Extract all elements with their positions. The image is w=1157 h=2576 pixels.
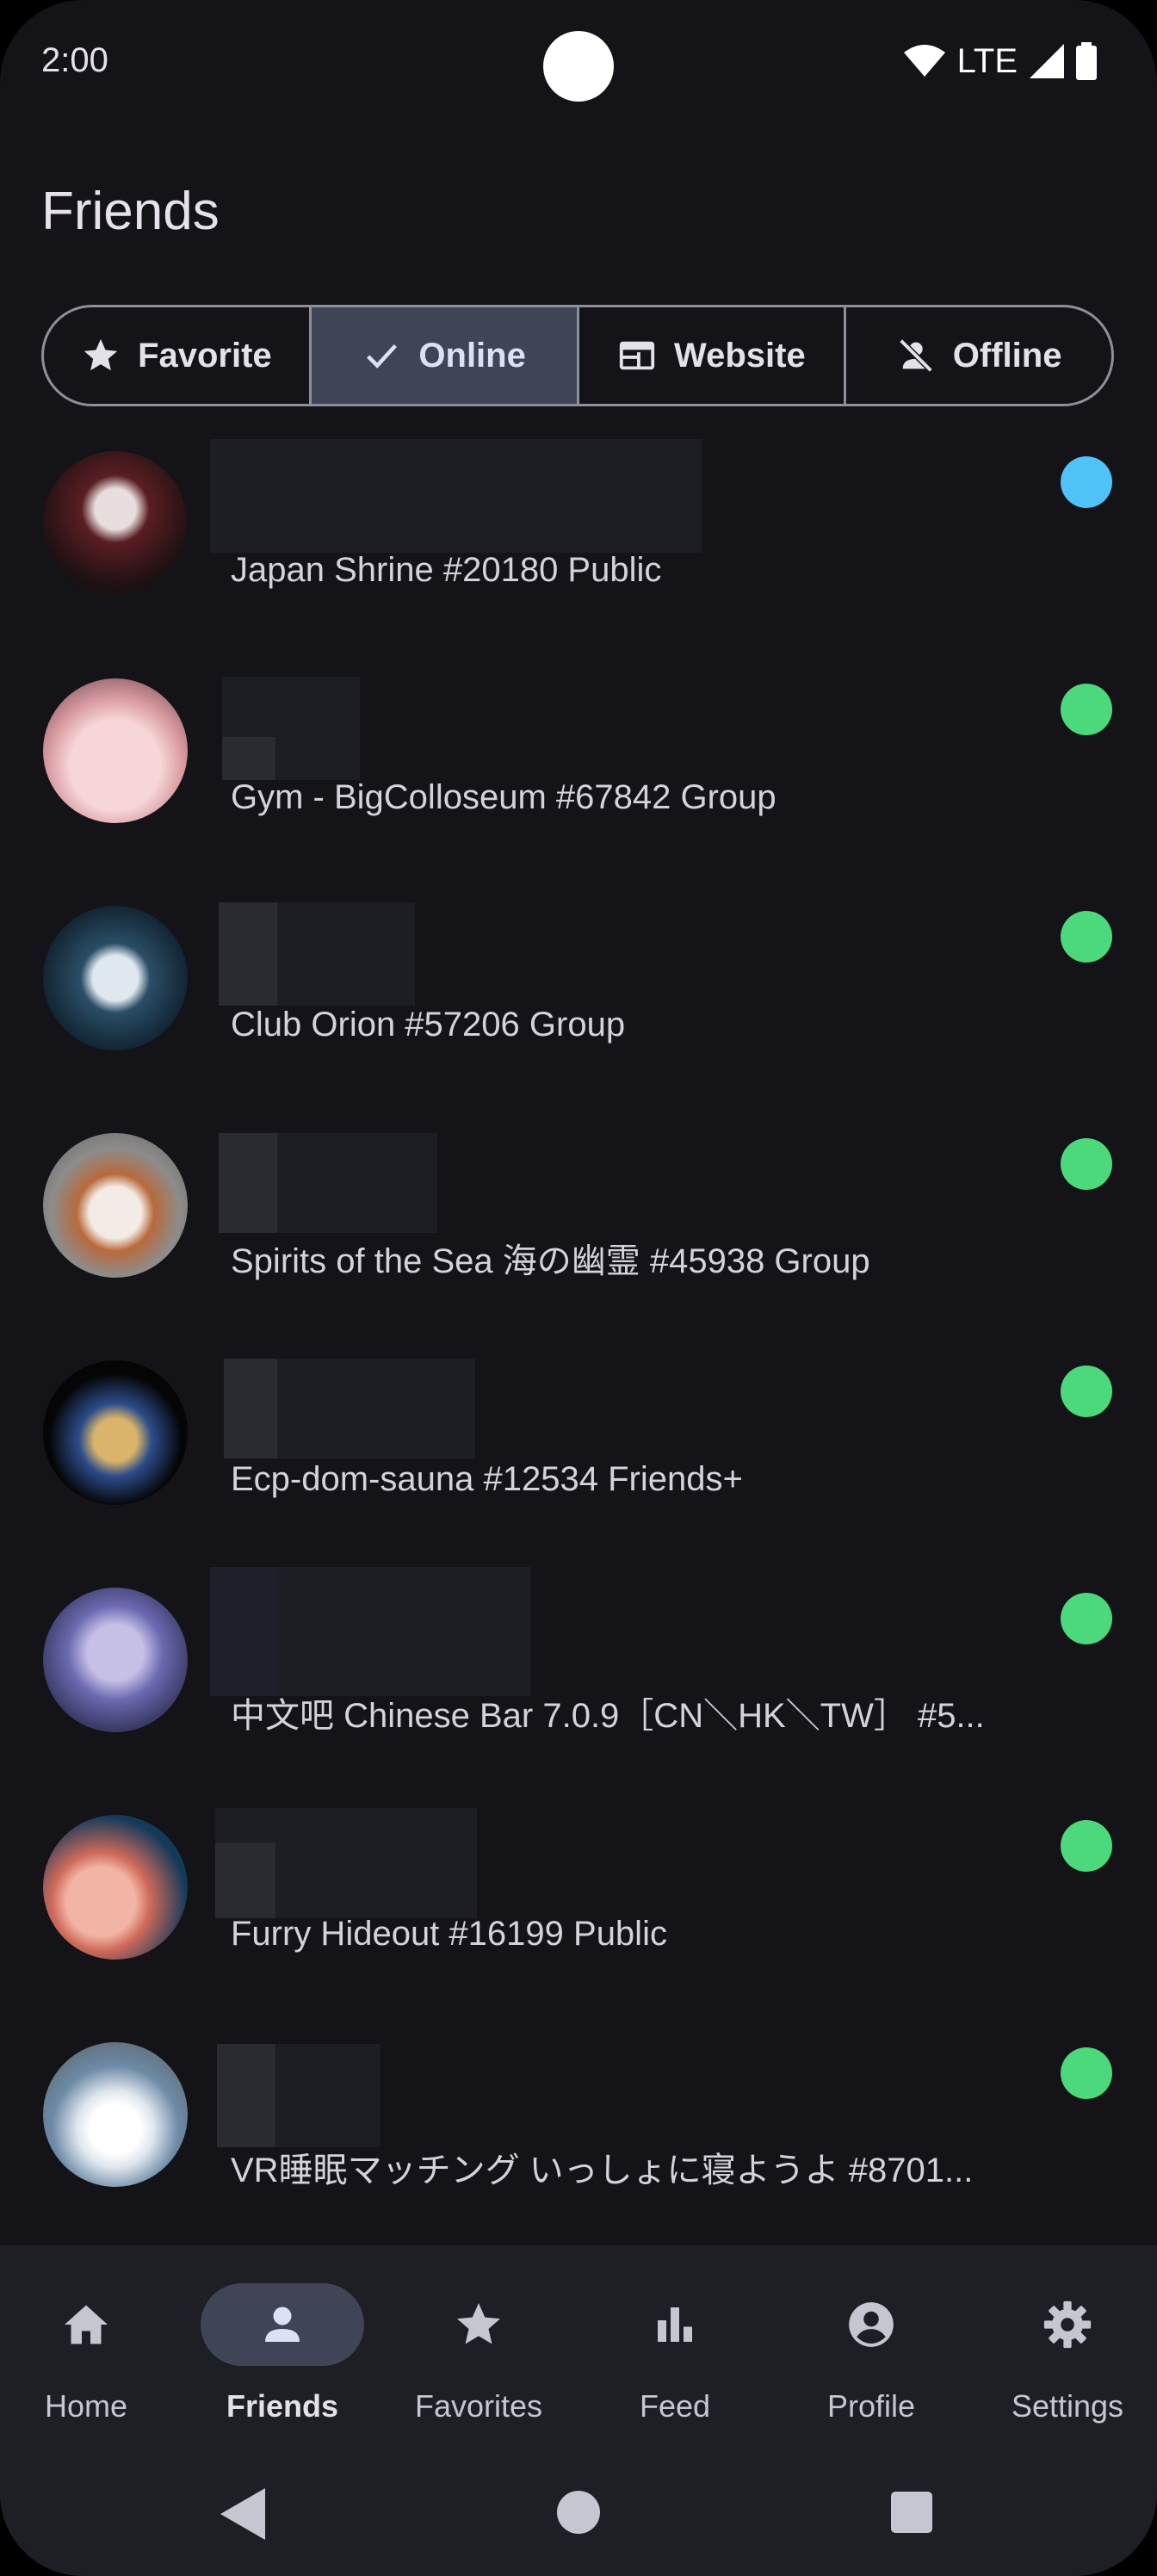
back-icon[interactable] [220, 2486, 267, 2542]
check-icon [367, 344, 398, 368]
friend-row[interactable]: Club Orion #57206 Group [0, 885, 1157, 1112]
avatar[interactable] [43, 2042, 188, 2187]
nav-settings-label: Settings [1011, 2388, 1124, 2424]
friend-row[interactable]: Gym - BigColloseum #67842 Group [0, 658, 1157, 885]
status-indicator [1061, 911, 1112, 963]
friend-row[interactable]: Ecp-dom-sauna #12534 Friends+ [0, 1340, 1157, 1567]
filter-segmented-control: Favorite Online Website Offline [41, 305, 1114, 406]
status-indicator [1061, 684, 1112, 735]
star-icon [84, 338, 118, 371]
star-icon [457, 2303, 500, 2344]
status-indicator [1061, 1820, 1112, 1872]
wifi-icon [903, 45, 945, 77]
status-indicator [1061, 2047, 1112, 2099]
friend-row[interactable]: Spirits of the Sea 海の幽霊 #45938 Group [0, 1112, 1157, 1340]
tab-offline[interactable]: Offline [846, 307, 1111, 404]
friend-location: VR睡眠マッチング いっしょに寝ようよ #8701... [231, 2152, 974, 2189]
redacted-name [215, 1842, 275, 1918]
friend-location: Japan Shrine #20180 Public [231, 551, 662, 589]
recents-icon[interactable] [891, 2492, 932, 2533]
friend-location: Club Orion #57206 Group [231, 1006, 626, 1043]
camera-cutout [543, 31, 614, 102]
friend-row[interactable]: 中文吧 Chinese Bar 7.0.9［CN＼HK＼TW］ #5... [0, 1567, 1157, 1794]
gear-icon [1043, 2300, 1092, 2349]
bar-chart-icon [658, 2307, 692, 2342]
nav-profile[interactable]: Profile [773, 2280, 969, 2435]
web-icon [619, 341, 655, 370]
status-time: 2:00 [41, 41, 108, 79]
nav-profile-label: Profile [826, 2388, 916, 2424]
person-off-icon [899, 338, 933, 373]
nav-settings[interactable]: Settings [969, 2280, 1157, 2435]
nav-favorites-label: Favorites [414, 2388, 543, 2424]
redacted-name [224, 1359, 277, 1458]
favorites-icon-container [397, 2283, 560, 2366]
avatar[interactable] [43, 1815, 188, 1960]
tab-online[interactable]: Online [311, 307, 579, 404]
system-navigation-bar [0, 2452, 1157, 2576]
friend-location: Spirits of the Sea 海の幽霊 #45938 Group [231, 1242, 870, 1280]
redacted-name [210, 1567, 277, 1696]
status-indicator [1061, 1593, 1112, 1644]
settings-icon-container [986, 2283, 1149, 2366]
avatar[interactable] [43, 1588, 188, 1732]
profile-icon-container [789, 2283, 953, 2366]
nav-home[interactable]: Home [0, 2280, 184, 2435]
redacted-name [219, 1133, 277, 1233]
friend-row[interactable]: Furry Hideout #16199 Public [0, 1794, 1157, 2022]
phone-screen: 2:00 LTE Friends Favorite Online Website… [0, 0, 1157, 2576]
friend-location: 中文吧 Chinese Bar 7.0.9［CN＼HK＼TW］ #5... [231, 1697, 985, 1735]
account-circle-icon [849, 2302, 894, 2347]
feed-icon-container [593, 2283, 757, 2366]
tab-offline-label: Offline [952, 336, 1062, 375]
nav-friends-label: Friends [226, 2388, 339, 2424]
redacted-name [554, 439, 702, 553]
home-icon-container [4, 2283, 168, 2366]
home-icon [65, 2305, 108, 2344]
bottom-navigation: Home Friends Favorites Feed Profile Sett… [0, 2245, 1157, 2452]
nav-favorites[interactable]: Favorites [381, 2280, 577, 2435]
nav-feed[interactable]: Feed [577, 2280, 773, 2435]
redacted-name [222, 737, 275, 780]
friend-location: Gym - BigColloseum #67842 Group [231, 778, 776, 816]
avatar[interactable] [43, 451, 188, 596]
nav-home-label: Home [44, 2388, 128, 2424]
avatar[interactable] [43, 678, 188, 823]
status-icons: LTE [903, 40, 1097, 83]
friends-icon-container [201, 2283, 364, 2366]
friend-row[interactable]: Japan Shrine #20180 Public [0, 430, 1157, 658]
redacted-name [219, 902, 277, 1006]
redacted-name [217, 2044, 275, 2147]
tab-online-label: Online [418, 336, 526, 375]
friend-location: Ecp-dom-sauna #12534 Friends+ [231, 1460, 743, 1498]
avatar[interactable] [43, 1360, 188, 1505]
friend-row[interactable]: VR睡眠マッチング いっしょに寝ようよ #8701... [0, 2022, 1157, 2249]
page-title: Friends [41, 182, 220, 241]
tab-favorite-label: Favorite [138, 336, 272, 375]
tab-website-label: Website [674, 336, 806, 375]
avatar[interactable] [43, 906, 188, 1050]
status-bar: 2:00 LTE [0, 0, 1157, 129]
person-icon [265, 2307, 300, 2342]
nav-friends[interactable]: Friends [184, 2280, 381, 2435]
status-indicator [1061, 456, 1112, 508]
nav-feed-label: Feed [639, 2388, 711, 2424]
status-indicator [1061, 1365, 1112, 1417]
signal-icon [1030, 44, 1064, 78]
redacted-name [210, 439, 554, 553]
tab-website[interactable]: Website [579, 307, 847, 404]
network-label: LTE [956, 41, 1018, 80]
home-button-icon[interactable] [556, 2490, 601, 2535]
tab-favorite[interactable]: Favorite [44, 307, 312, 404]
status-indicator [1061, 1138, 1112, 1190]
avatar[interactable] [43, 1133, 188, 1278]
battery-icon [1076, 42, 1097, 80]
friend-location: Furry Hideout #16199 Public [231, 1915, 667, 1953]
